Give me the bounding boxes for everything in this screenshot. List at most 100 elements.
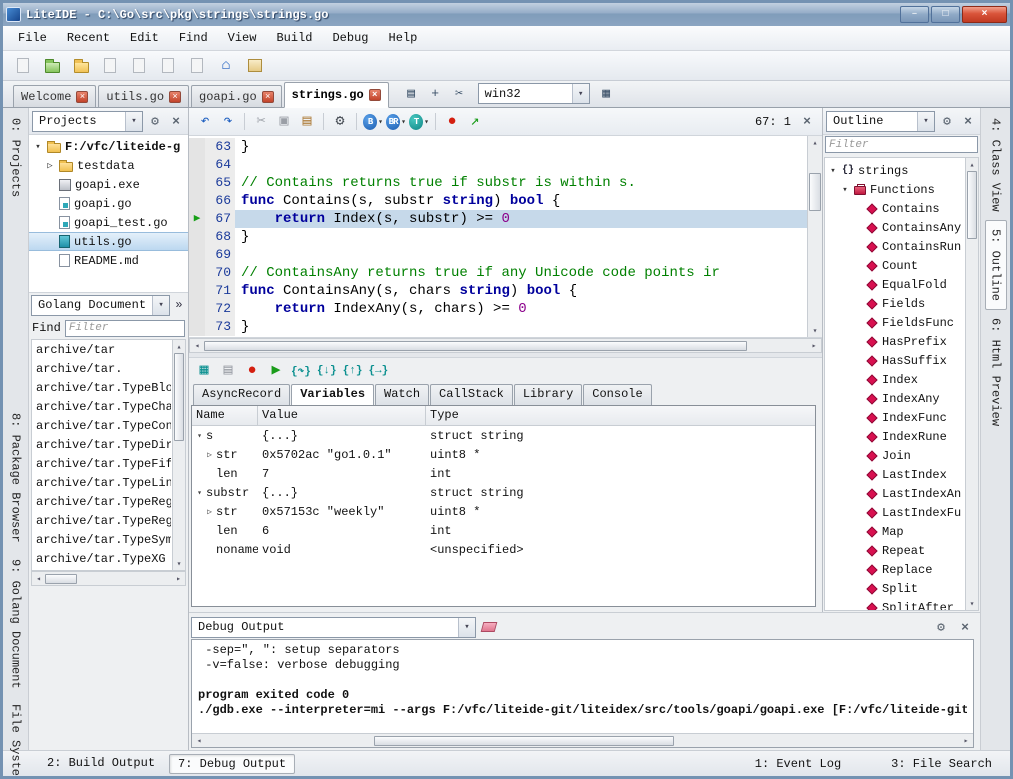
menu-item-edit[interactable]: Edit <box>121 28 168 48</box>
debug-tab-asyncrecord[interactable]: AsyncRecord <box>193 384 290 405</box>
step-into-icon[interactable]: {↓} <box>317 361 337 381</box>
outline-item[interactable]: ContainsAny <box>825 218 964 237</box>
minimize-button[interactable]: – <box>900 6 929 23</box>
scrollbar-thumb[interactable] <box>174 353 184 441</box>
outline-filter-input[interactable] <box>825 136 978 153</box>
outline-item[interactable]: IndexFunc <box>825 408 964 427</box>
scrollbar-thumb[interactable] <box>374 736 674 746</box>
chevron-down-icon[interactable]: ▾ <box>424 117 429 127</box>
outline-item[interactable]: Repeat <box>825 541 964 560</box>
editor-hscrollbar[interactable]: ◂ ▸ <box>189 338 822 353</box>
code-line[interactable]: 66func Contains(s, substr string) bool { <box>189 192 807 210</box>
undo-icon[interactable]: ↶ <box>195 112 215 132</box>
doc-filter-input[interactable] <box>65 320 185 337</box>
debug-tab-watch[interactable]: Watch <box>375 384 429 405</box>
outline-item[interactable]: FieldsFunc <box>825 313 964 332</box>
doc-list-item[interactable]: archive/tar.TypeDir <box>32 436 171 455</box>
editor-tab-strings-go[interactable]: strings.go× <box>284 82 389 108</box>
close-panel-icon[interactable]: × <box>167 112 185 130</box>
more-menu-button[interactable]: » <box>172 295 186 315</box>
projects-combo[interactable]: Projects ▾ <box>32 111 143 132</box>
doc-list-hscrollbar[interactable]: ◂ ▸ <box>31 571 186 586</box>
output-hscrollbar[interactable]: ◂ ▸ <box>192 733 973 747</box>
debug-attach-icon[interactable]: ↗ <box>465 112 485 132</box>
doc-list-item[interactable]: archive/tar <box>32 341 171 360</box>
expander-icon[interactable]: ▷ <box>45 161 55 171</box>
chevron-down-icon[interactable]: ▾ <box>152 296 169 315</box>
outline-item[interactable]: Map <box>825 522 964 541</box>
file-tree-item[interactable]: goapi.go <box>29 194 188 213</box>
side-tab-0-projects[interactable]: 0: Projects <box>6 110 26 205</box>
outline-item[interactable]: Replace <box>825 560 964 579</box>
variables-row[interactable]: len6int <box>192 521 815 540</box>
scrollbar-track[interactable] <box>808 211 822 324</box>
variables-row[interactable]: len7int <box>192 464 815 483</box>
code-line[interactable]: 64 <box>189 156 807 174</box>
home-icon[interactable]: ⌂ <box>214 54 238 78</box>
expander-icon[interactable]: ▾ <box>33 142 43 152</box>
scroll-down-icon[interactable]: ▾ <box>966 597 978 610</box>
step-out-icon[interactable]: {↑} <box>343 361 363 381</box>
outline-item[interactable]: HasSuffix <box>825 351 964 370</box>
session-icon[interactable] <box>243 54 267 78</box>
scrollbar-thumb[interactable] <box>45 574 77 584</box>
doc-list-item[interactable]: archive/tar.TypeCon <box>32 417 171 436</box>
code-line[interactable]: 68} <box>189 228 807 246</box>
outline-vscrollbar[interactable]: ▴ ▾ <box>965 158 978 610</box>
debug-start-icon[interactable]: ● <box>442 112 462 132</box>
close-file-icon[interactable] <box>185 54 209 78</box>
redo-icon[interactable]: ↷ <box>218 112 238 132</box>
side-tab-9-golang-document[interactable]: 9: Golang Document <box>6 551 26 697</box>
doc-list-item[interactable]: archive/tar.TypeXG <box>32 550 171 569</box>
split-close-icon[interactable]: ✂ <box>449 83 470 104</box>
tab-list-icon[interactable]: ▤ <box>401 83 422 104</box>
expander-icon[interactable]: ▾ <box>828 166 838 176</box>
scrollbar-thumb[interactable] <box>204 341 747 351</box>
title-bar[interactable]: LiteIDE - C:\Go\src\pkg\strings\strings.… <box>3 3 1010 26</box>
scroll-up-icon[interactable]: ▴ <box>966 158 978 171</box>
editor-tab-utils-go[interactable]: utils.go× <box>98 85 189 107</box>
chevron-down-icon[interactable]: ▾ <box>572 84 589 103</box>
outline-item[interactable]: SplitAfter <box>825 598 964 611</box>
chevron-down-icon[interactable]: ▾ <box>125 112 142 131</box>
expander-icon[interactable]: ▾ <box>840 185 850 195</box>
file-tree-item[interactable]: utils.go <box>29 232 188 251</box>
editor-vscrollbar[interactable]: ▴ ▾ <box>807 136 822 337</box>
stop-debug-icon[interactable]: ● <box>243 361 261 381</box>
test-icon[interactable]: T▾ <box>409 112 429 132</box>
status-button-1-event-log[interactable]: 1: Event Log <box>747 755 849 773</box>
continue-icon[interactable]: ▶ <box>267 361 285 381</box>
tab-close-icon[interactable]: × <box>169 91 181 103</box>
gear-icon[interactable]: ⚙ <box>938 112 956 130</box>
scrollbar-thumb[interactable] <box>967 171 977 239</box>
code-line[interactable]: 72 return IndexAny(s, chars) >= 0 <box>189 300 807 318</box>
chevron-down-icon[interactable]: ▾ <box>378 117 383 127</box>
status-button-2-build-output[interactable]: 2: Build Output <box>39 754 163 774</box>
outline-item[interactable]: Join <box>825 446 964 465</box>
chevron-down-icon[interactable]: ▾ <box>458 618 475 637</box>
debug-tab-console[interactable]: Console <box>583 384 651 405</box>
variables-row[interactable]: nonamevoid<unspecified> <box>192 540 815 559</box>
file-tree-item[interactable]: ▷testdata <box>29 156 188 175</box>
close-panel-icon[interactable]: × <box>959 112 977 130</box>
code-line[interactable]: 63} <box>189 138 807 156</box>
maximize-button[interactable]: □ <box>931 6 960 23</box>
side-tab-5-outline[interactable]: 5: Outline <box>985 220 1007 310</box>
scrollbar-track[interactable] <box>173 441 185 557</box>
scroll-down-icon[interactable]: ▾ <box>808 324 822 337</box>
scroll-up-icon[interactable]: ▴ <box>808 136 822 149</box>
outline-item[interactable]: LastIndexAn <box>825 484 964 503</box>
chevron-down-icon[interactable]: ▾ <box>917 112 934 131</box>
doc-list-item[interactable]: archive/tar.TypeReg <box>32 512 171 531</box>
build-and-run-icon[interactable]: BR▾ <box>386 112 406 132</box>
code-line[interactable]: 71func ContainsAny(s, chars string) bool… <box>189 282 807 300</box>
doc-list-item[interactable]: archive/tar.TypeReg <box>32 493 171 512</box>
export-icon[interactable] <box>156 54 180 78</box>
clear-output-icon[interactable] <box>481 622 498 632</box>
doc-list-item[interactable]: archive/tar.TypeBlo <box>32 379 171 398</box>
file-tree-item[interactable]: README.md <box>29 251 188 270</box>
menu-item-view[interactable]: View <box>219 28 266 48</box>
debug-output-view[interactable]: -sep=", ": setup separators -v=false: ve… <box>191 639 974 748</box>
scroll-left-icon[interactable]: ◂ <box>192 735 206 747</box>
outline-combo[interactable]: Outline ▾ <box>826 111 935 132</box>
